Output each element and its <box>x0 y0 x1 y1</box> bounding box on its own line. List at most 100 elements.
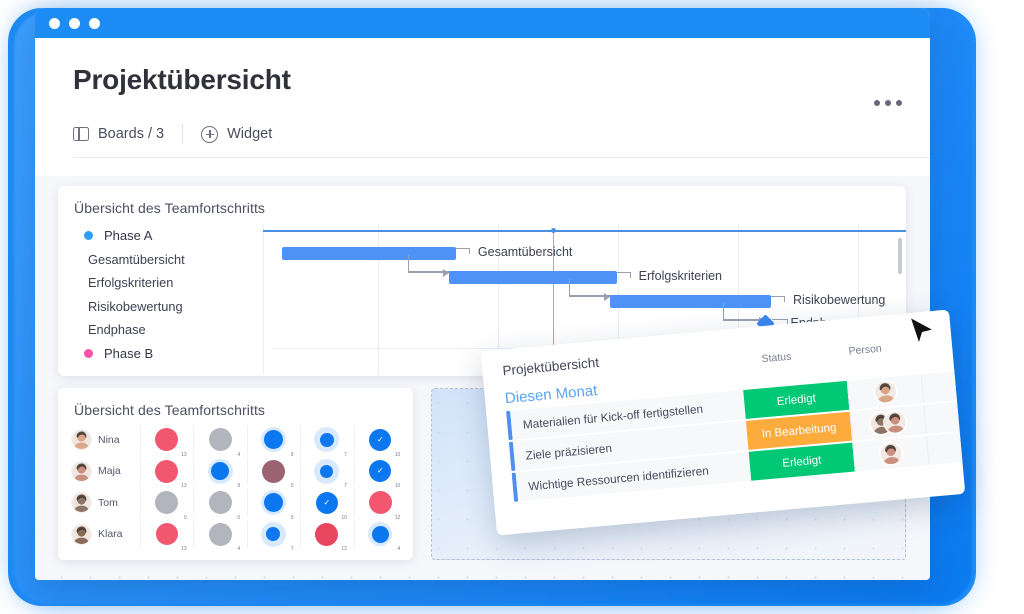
boards-button[interactable]: Boards / 3 <box>73 126 164 142</box>
team-progress-cell[interactable]: 7 <box>300 456 353 489</box>
progress-bubble <box>208 491 232 515</box>
progress-bubble-value: 4 <box>397 546 401 553</box>
team-progress-widget[interactable]: Übersicht des Teamfortschritts Nina 13 4 9 7… <box>58 388 413 560</box>
progress-bubble-value: 4 <box>237 546 241 553</box>
progress-bubble-wrapper: 13 <box>154 521 187 552</box>
team-progress-cell[interactable]: 4 <box>353 519 407 553</box>
team-progress-cell[interactable]: 0 <box>246 456 300 489</box>
team-member-name: Tom <box>98 496 118 509</box>
team-progress-grid: Nina 13 4 9 7 ✓ 10 Maja 13 9 0 7 ✓ 10 Tom 0 0 9 ✓ 10 12 Klara… <box>58 418 413 553</box>
column-divider <box>193 489 195 517</box>
team-progress-cell[interactable]: 12 <box>300 519 353 553</box>
widget-label: Widget <box>227 126 273 142</box>
team-progress-cell[interactable]: 13 <box>140 519 193 552</box>
team-progress-cell[interactable]: ✓ 10 <box>353 424 407 458</box>
gantt-bar-label: Gesamtübersicht <box>477 245 573 259</box>
team-progress-cell[interactable]: 0 <box>140 487 193 521</box>
row-empty-cell[interactable] <box>920 371 957 404</box>
column-divider <box>353 426 355 454</box>
column-divider <box>246 489 248 517</box>
progress-bubble-wrapper: 0 <box>260 458 293 489</box>
gantt-label-elbow <box>616 272 631 278</box>
progress-bubble-wrapper: ✓ 10 <box>367 458 400 489</box>
toolbar: Boards / 3 Widget <box>73 124 930 158</box>
team-progress-cell[interactable]: 0 <box>193 487 246 521</box>
check-icon: ✓ <box>376 434 384 444</box>
progress-bubble <box>208 522 232 546</box>
row-empty-cell[interactable] <box>923 402 960 435</box>
team-progress-cell[interactable]: 9 <box>193 456 246 489</box>
avatar <box>72 524 91 544</box>
team-progress-cell[interactable]: 4 <box>193 519 246 553</box>
column-divider <box>193 426 195 454</box>
column-divider <box>353 489 355 517</box>
team-member-cell: Nina <box>68 424 140 456</box>
gantt-row-text: Gesamtübersicht <box>88 251 185 267</box>
progress-bubble <box>155 459 179 483</box>
gantt-row-label: Phase B <box>58 342 268 366</box>
gantt-row-label: Erfolgskriterien <box>58 271 268 295</box>
row-person-cell[interactable] <box>852 436 929 472</box>
column-divider <box>140 489 141 517</box>
column-divider <box>246 426 248 454</box>
team-progress-cell[interactable]: 7 <box>300 424 353 458</box>
progress-bubble: ✓ <box>369 428 392 451</box>
column-divider <box>353 520 355 548</box>
phase-color-dot <box>84 231 93 241</box>
row-empty-cell[interactable] <box>926 432 963 465</box>
row-person-cell[interactable] <box>849 405 926 441</box>
phase-summary-line <box>263 230 906 232</box>
boards-label: Boards / 3 <box>98 126 165 142</box>
column-divider <box>300 426 302 454</box>
team-member-name: Klara <box>98 528 123 541</box>
team-progress-cell[interactable]: ✓ 10 <box>300 487 353 521</box>
window-dot-minimize[interactable] <box>69 17 80 29</box>
gantt-row-text: Phase A <box>104 228 153 244</box>
team-member-cell: Tom <box>68 487 140 519</box>
browser-titlebar <box>35 8 930 38</box>
window-dot-close[interactable] <box>49 17 60 29</box>
progress-bubble-wrapper: 7 <box>260 521 293 552</box>
window-dot-maximize[interactable] <box>89 17 100 29</box>
progress-bubble-wrapper: 7 <box>314 427 347 458</box>
column-divider <box>246 457 248 485</box>
progress-bubble-wrapper: 9 <box>207 458 240 489</box>
progress-bubble-wrapper: 9 <box>260 427 293 458</box>
progress-bubble-wrapper: 13 <box>154 427 187 458</box>
mouse-pointer-icon <box>905 312 939 352</box>
avatar <box>874 381 897 404</box>
column-divider <box>246 520 248 548</box>
progress-bubble-value: 12 <box>341 546 347 553</box>
row-person-cell[interactable] <box>846 374 924 410</box>
add-widget-button[interactable]: Widget <box>201 125 273 143</box>
plus-circle-icon <box>201 125 219 143</box>
team-progress-cell[interactable]: 13 <box>140 456 193 489</box>
progress-bubble <box>315 522 339 546</box>
progress-bubble-wrapper: 4 <box>207 427 240 458</box>
team-progress-cell[interactable]: 12 <box>353 487 407 521</box>
column-divider <box>140 426 141 454</box>
column-divider <box>353 457 355 485</box>
gantt-scrollbar[interactable] <box>898 238 902 274</box>
progress-bubble <box>319 432 334 447</box>
progress-bubble-wrapper: 9 <box>260 490 293 521</box>
team-progress-cell[interactable]: 4 <box>193 424 246 458</box>
team-progress-cell[interactable]: ✓ 10 <box>353 456 407 489</box>
gantt-widget-title: Übersicht des Teamfortschritts <box>74 200 266 216</box>
team-member-cell: Maja <box>68 456 140 488</box>
avatar <box>72 430 91 450</box>
team-progress-cell[interactable]: 13 <box>140 424 193 458</box>
progress-bubble-wrapper: 0 <box>207 490 240 521</box>
team-progress-cell[interactable]: 9 <box>246 487 300 521</box>
gantt-row-text: Risikobewertung <box>88 298 183 314</box>
team-progress-cell[interactable]: 9 <box>246 424 300 458</box>
gantt-row-label: Phase A <box>58 224 268 248</box>
page-title: Projektübersicht <box>73 64 291 95</box>
progress-bubble <box>371 525 389 543</box>
kebab-menu-icon[interactable] <box>874 100 902 106</box>
column-divider <box>193 520 195 548</box>
team-widget-title: Übersicht des Teamfortschritts <box>74 402 266 418</box>
team-progress-cell[interactable]: 7 <box>246 519 300 552</box>
gantt-gridline <box>263 224 264 374</box>
check-icon: ✓ <box>323 497 331 507</box>
